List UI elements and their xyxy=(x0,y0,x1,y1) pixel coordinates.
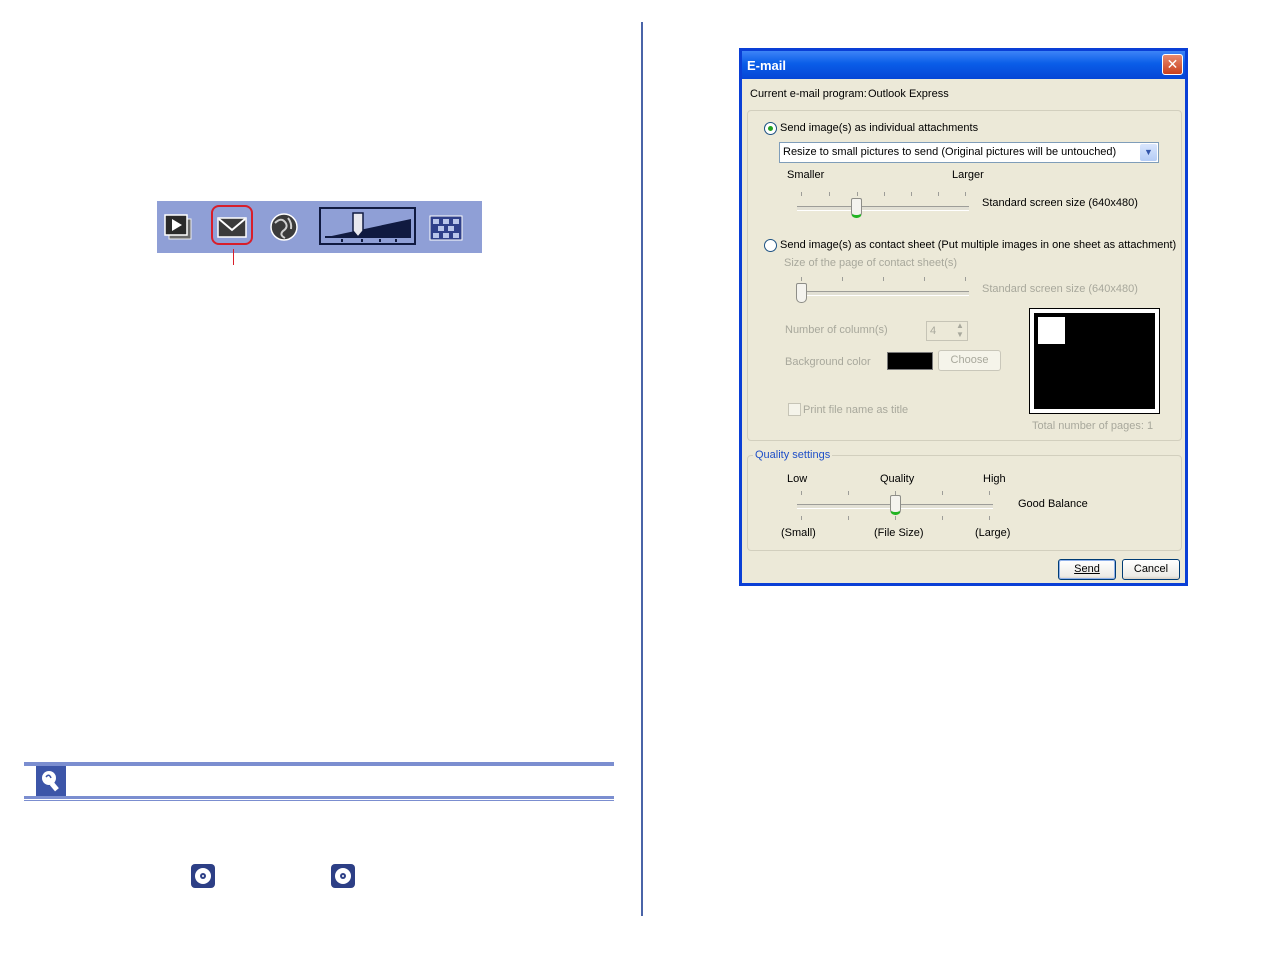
columns-spinner[interactable]: 4 ▲ ▼ xyxy=(926,321,968,341)
current-program-value: Outlook Express xyxy=(868,88,949,100)
contact-sheet-size-slider-thumb[interactable] xyxy=(796,283,807,303)
tips-icon xyxy=(36,766,66,796)
quality-low-label: Low xyxy=(787,473,808,485)
quality-large-label: (Large) xyxy=(975,527,1011,539)
email-button[interactable] xyxy=(213,209,251,245)
slider-tick xyxy=(801,192,802,196)
contact-sheet-radio[interactable] xyxy=(764,239,777,252)
contact-sheet-preview xyxy=(1029,308,1160,414)
email-icon xyxy=(217,217,247,238)
slider-tick xyxy=(884,192,885,196)
zoom-slider[interactable] xyxy=(319,207,416,245)
cd-rom-icon xyxy=(331,864,355,888)
disc-icon xyxy=(335,868,351,884)
resize-option-value: Resize to small pictures to send (Origin… xyxy=(783,146,1117,158)
background-color-swatch xyxy=(887,352,933,370)
slider-tick xyxy=(924,277,925,281)
quality-value: Good Balance xyxy=(1018,498,1088,510)
slider-tick xyxy=(895,516,896,520)
quality-small-label: (Small) xyxy=(781,527,816,539)
quality-file-size-label: (File Size) xyxy=(874,527,924,539)
slider-tick xyxy=(801,491,802,495)
contact-sheet-size-value: Standard screen size (640x480) xyxy=(982,283,1138,295)
page-divider xyxy=(641,22,643,916)
quality-settings-label: Quality settings xyxy=(753,449,833,461)
larger-label: Larger xyxy=(952,169,984,181)
dialog-title: E-mail xyxy=(747,58,787,73)
dialog-titlebar[interactable]: E-mail ✕ xyxy=(742,51,1185,79)
slider-tick xyxy=(965,277,966,281)
tips-top-rule xyxy=(24,762,614,766)
individual-attachments-radio[interactable] xyxy=(764,122,777,135)
contact-sheet-label[interactable]: Send image(s) as contact sheet (Put mult… xyxy=(780,239,1176,251)
image-size-value: Standard screen size (640x480) xyxy=(982,197,1138,209)
current-program-label: Current e-mail program: xyxy=(750,88,867,100)
cd-rom-icon xyxy=(191,864,215,888)
thumbnail-view-button[interactable] xyxy=(427,209,465,245)
columns-value: 4 xyxy=(930,325,937,337)
chevron-down-icon: ▼ xyxy=(1144,147,1153,157)
slider-tick xyxy=(911,192,912,196)
print-filename-checkbox[interactable] xyxy=(788,403,801,416)
image-size-slider-track[interactable] xyxy=(797,206,969,211)
tips-bottom-rule xyxy=(24,796,614,799)
resize-option-dropdown[interactable]: Resize to small pictures to send (Origin… xyxy=(779,142,1159,163)
globe-icon xyxy=(270,213,298,241)
disc-icon xyxy=(195,868,211,884)
contact-sheet-size-slider-track[interactable] xyxy=(797,291,969,296)
quality-quality-label: Quality xyxy=(880,473,915,485)
slider-tick xyxy=(989,516,990,520)
slider-tick xyxy=(942,516,943,520)
slider-tick xyxy=(989,491,990,495)
preview-background xyxy=(1034,313,1155,409)
total-pages-label: Total number of pages: 1 xyxy=(1032,420,1154,432)
quality-high-label: High xyxy=(983,473,1006,485)
columns-label: Number of column(s) xyxy=(785,324,888,336)
slider-tick xyxy=(848,516,849,520)
callout-leader-line xyxy=(233,249,234,265)
dropdown-arrow-button[interactable]: ▼ xyxy=(1140,144,1157,161)
spin-up-icon[interactable]: ▲ xyxy=(956,321,964,330)
send-button[interactable]: Send xyxy=(1058,559,1116,580)
slider-tick xyxy=(942,491,943,495)
preview-thumbnail xyxy=(1038,317,1065,344)
send-button-label: Send xyxy=(1074,563,1100,575)
quality-slider-thumb[interactable] xyxy=(890,495,901,515)
cancel-button[interactable]: Cancel xyxy=(1122,559,1180,580)
close-icon: ✕ xyxy=(1166,56,1179,72)
email-dialog: E-mail ✕ Current e-mail program: Outlook… xyxy=(739,48,1188,586)
radio-selected-dot xyxy=(768,126,773,131)
slider-tick xyxy=(801,277,802,281)
slider-tick xyxy=(938,192,939,196)
zoom-slider-graphic xyxy=(325,212,411,242)
smaller-label: Smaller xyxy=(787,169,825,181)
slideshow-button[interactable] xyxy=(161,209,199,245)
contact-sheet-page-size-label: Size of the page of contact sheet(s) xyxy=(784,257,958,269)
slider-tick xyxy=(801,516,802,520)
print-filename-label: Print file name as title xyxy=(803,404,909,416)
slider-tick xyxy=(829,192,830,196)
slider-tick xyxy=(857,192,858,196)
slider-tick xyxy=(848,491,849,495)
choose-color-button[interactable]: Choose xyxy=(938,350,1001,371)
slider-tick xyxy=(883,277,884,281)
web-button[interactable] xyxy=(265,209,303,245)
viewer-toolbar xyxy=(157,201,482,253)
grid-icon xyxy=(429,215,463,241)
background-color-label: Background color xyxy=(785,356,871,368)
slider-tick xyxy=(965,192,966,196)
slider-tick xyxy=(842,277,843,281)
image-size-slider-thumb[interactable] xyxy=(851,198,862,218)
tips-bottom-rule-thin xyxy=(24,800,614,801)
lightbulb-icon xyxy=(42,771,59,792)
individual-attachments-label[interactable]: Send image(s) as individual attachments xyxy=(780,122,978,134)
slideshow-icon xyxy=(164,214,192,240)
close-button[interactable]: ✕ xyxy=(1162,54,1183,75)
spin-down-icon[interactable]: ▼ xyxy=(956,330,964,339)
